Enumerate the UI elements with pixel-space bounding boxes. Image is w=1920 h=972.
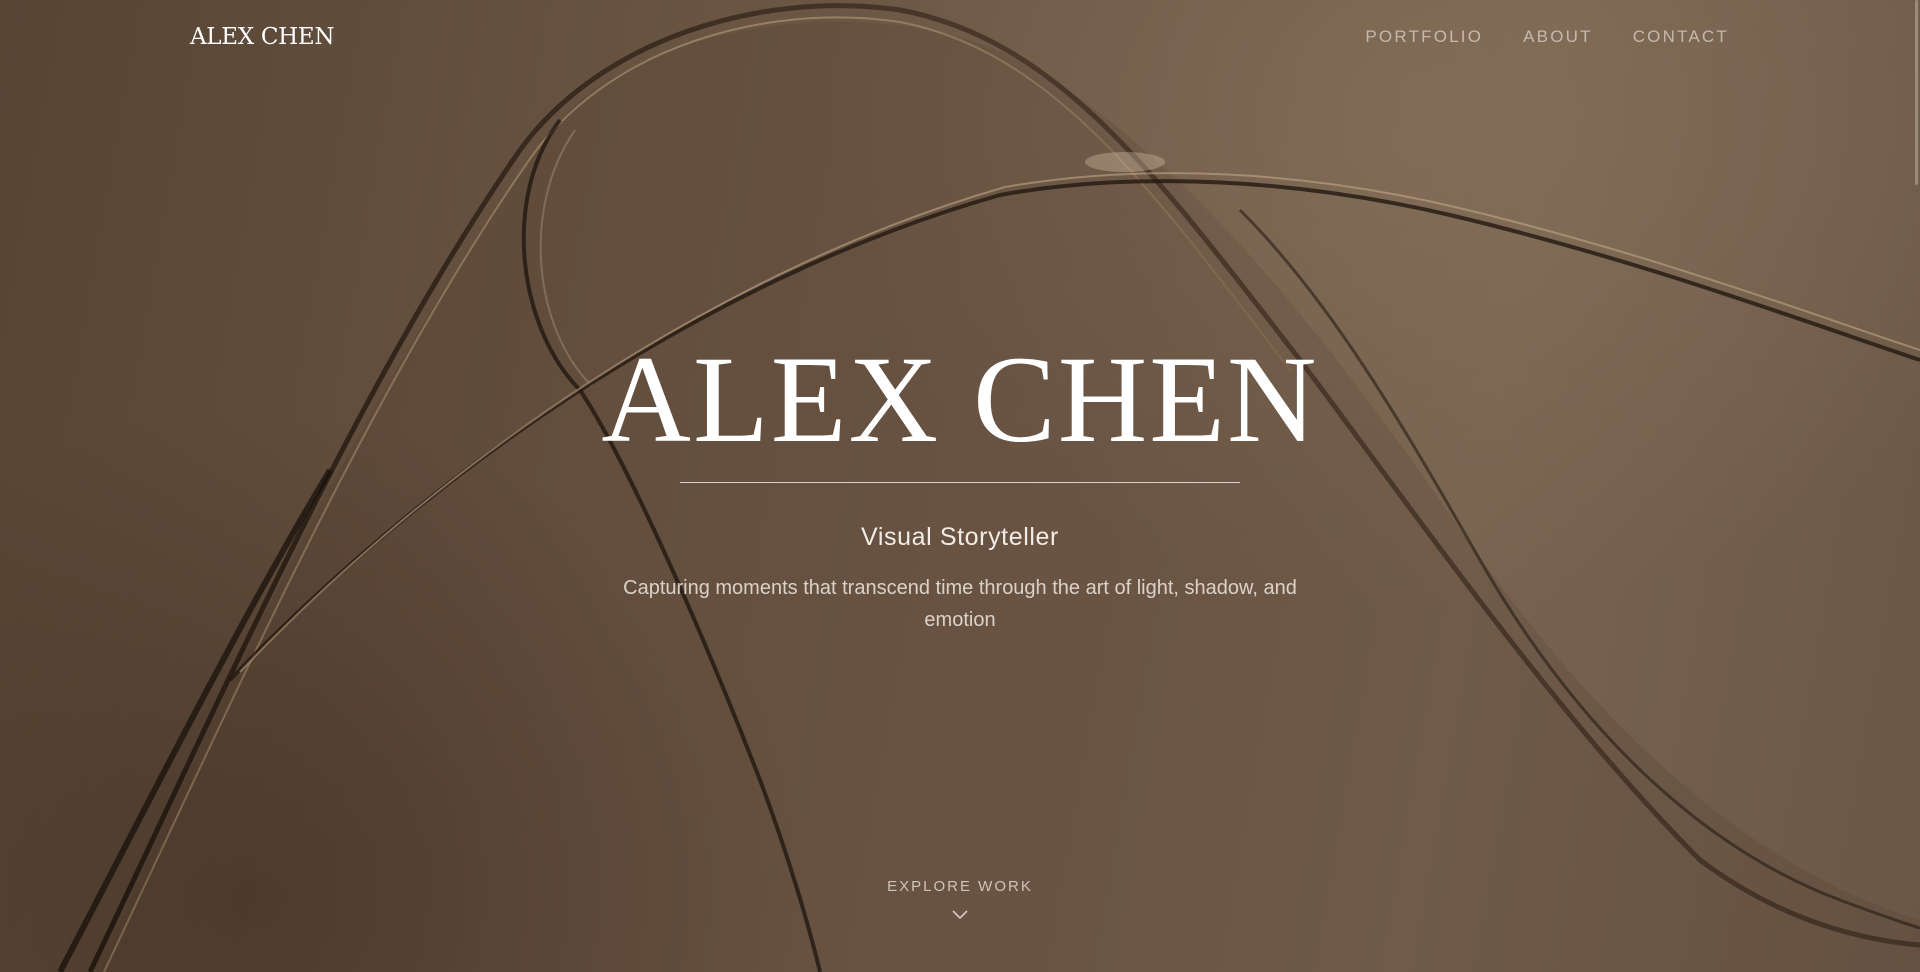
- nav-link-about[interactable]: ABOUT: [1523, 27, 1593, 47]
- page-scrollbar[interactable]: [1915, 0, 1918, 185]
- hero-subtitle: Visual Storyteller: [861, 523, 1059, 551]
- explore-work-link[interactable]: EXPLORE WORK: [0, 878, 1920, 921]
- chevron-down-icon: [952, 910, 968, 920]
- main-nav: PORTFOLIO ABOUT CONTACT: [1365, 27, 1729, 47]
- hero-section: ALEX CHEN Visual Storyteller Capturing m…: [0, 330, 1920, 636]
- nav-link-contact[interactable]: CONTACT: [1633, 27, 1729, 47]
- hero-page: ALEX CHEN PORTFOLIO ABOUT CONTACT ALEX C…: [0, 0, 1920, 972]
- hero-tagline: Capturing moments that transcend time th…: [623, 577, 1297, 631]
- hero-title: ALEX CHEN: [601, 331, 1319, 468]
- site-logo[interactable]: ALEX CHEN: [190, 24, 335, 50]
- hero-divider: [680, 482, 1240, 483]
- nav-link-portfolio[interactable]: PORTFOLIO: [1365, 27, 1483, 47]
- site-header: ALEX CHEN PORTFOLIO ABOUT CONTACT: [0, 0, 1920, 78]
- explore-work-label: EXPLORE WORK: [887, 878, 1033, 895]
